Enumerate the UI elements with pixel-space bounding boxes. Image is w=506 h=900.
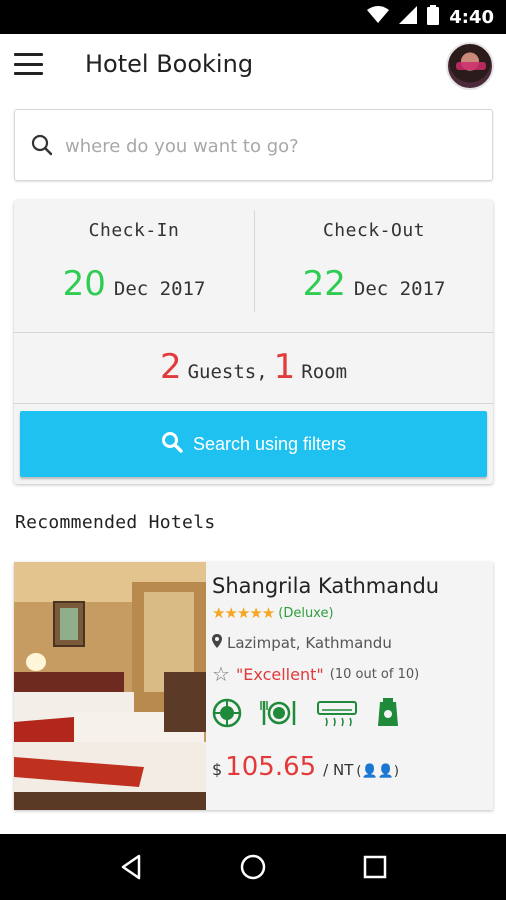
air-conditioner-icon xyxy=(316,698,358,728)
avatar[interactable] xyxy=(446,42,494,90)
pool-icon xyxy=(212,698,242,728)
status-time: 4:40 xyxy=(449,6,494,28)
booking-card: Check-In 20 Dec 2017 Check-Out 22 Dec 20… xyxy=(14,200,493,484)
signal-icon xyxy=(399,5,418,29)
app-bar: Hotel Booking xyxy=(0,34,506,98)
guests-label: Guests, xyxy=(187,361,268,383)
status-bar: 4:40 xyxy=(0,0,506,34)
hotel-location: Lazimpat, Kathmandu xyxy=(212,634,392,652)
check-in-day: 20 xyxy=(62,264,106,304)
check-in-month: Dec 2017 xyxy=(113,278,206,300)
navigation-bar xyxy=(0,834,506,900)
guest-capacity-icon: (👤👤) xyxy=(356,764,399,779)
rating-score: (10 out of 10) xyxy=(329,667,420,682)
section-title: Recommended Hotels xyxy=(15,512,216,533)
hotel-photo xyxy=(14,562,206,810)
search-input[interactable] xyxy=(65,130,475,162)
check-in-label: Check-In xyxy=(88,220,180,241)
laundry-icon xyxy=(376,698,400,728)
hotel-class: (Deluxe) xyxy=(278,605,334,621)
star-outline-icon: ☆ xyxy=(212,664,230,686)
guests-rooms-selector[interactable]: 2 Guests, 1 Room xyxy=(14,333,493,403)
price-amount: 105.65 xyxy=(225,752,317,782)
hotel-stars: ★★★★★ (Deluxe) xyxy=(212,604,334,622)
hotel-price: $ 105.65 / NT (👤👤) xyxy=(212,752,399,782)
wifi-icon xyxy=(367,5,390,29)
divider xyxy=(14,403,493,404)
search-box[interactable] xyxy=(14,109,493,181)
hotel-name: Shangrila Kathmandu xyxy=(212,574,440,598)
search-icon xyxy=(161,431,183,458)
location-text: Lazimpat, Kathmandu xyxy=(227,634,392,652)
amenities xyxy=(212,698,400,728)
search-filters-button[interactable]: Search using filters xyxy=(20,411,487,477)
search-icon xyxy=(31,134,53,161)
search-filters-label: Search using filters xyxy=(192,433,347,454)
guest-count: 2 xyxy=(159,347,182,387)
page-title: Hotel Booking xyxy=(85,50,254,78)
rooms-label: Room xyxy=(301,361,348,383)
check-out-selector[interactable]: Check-Out 22 Dec 2017 xyxy=(254,200,494,332)
star-rating: ★★★★★ xyxy=(212,605,275,622)
hamburger-menu-icon[interactable] xyxy=(14,53,43,75)
rating-text: "Excellent" xyxy=(235,665,324,684)
hotel-rating: ☆ "Excellent" (10 out of 10) xyxy=(212,662,419,687)
room-count: 1 xyxy=(273,347,296,387)
check-out-label: Check-Out xyxy=(322,220,426,241)
price-per: / NT xyxy=(323,761,354,779)
back-button[interactable] xyxy=(101,837,161,897)
check-in-selector[interactable]: Check-In 20 Dec 2017 xyxy=(14,200,254,332)
location-pin-icon xyxy=(212,634,222,652)
battery-icon xyxy=(427,4,440,30)
check-out-day: 22 xyxy=(302,264,346,304)
hotel-card[interactable]: Shangrila Kathmandu ★★★★★ (Deluxe) Lazim… xyxy=(14,562,493,810)
restaurant-icon xyxy=(260,698,298,728)
price-currency: $ xyxy=(212,760,223,779)
home-button[interactable] xyxy=(223,837,283,897)
recents-button[interactable] xyxy=(345,837,405,897)
check-out-month: Dec 2017 xyxy=(353,278,446,300)
